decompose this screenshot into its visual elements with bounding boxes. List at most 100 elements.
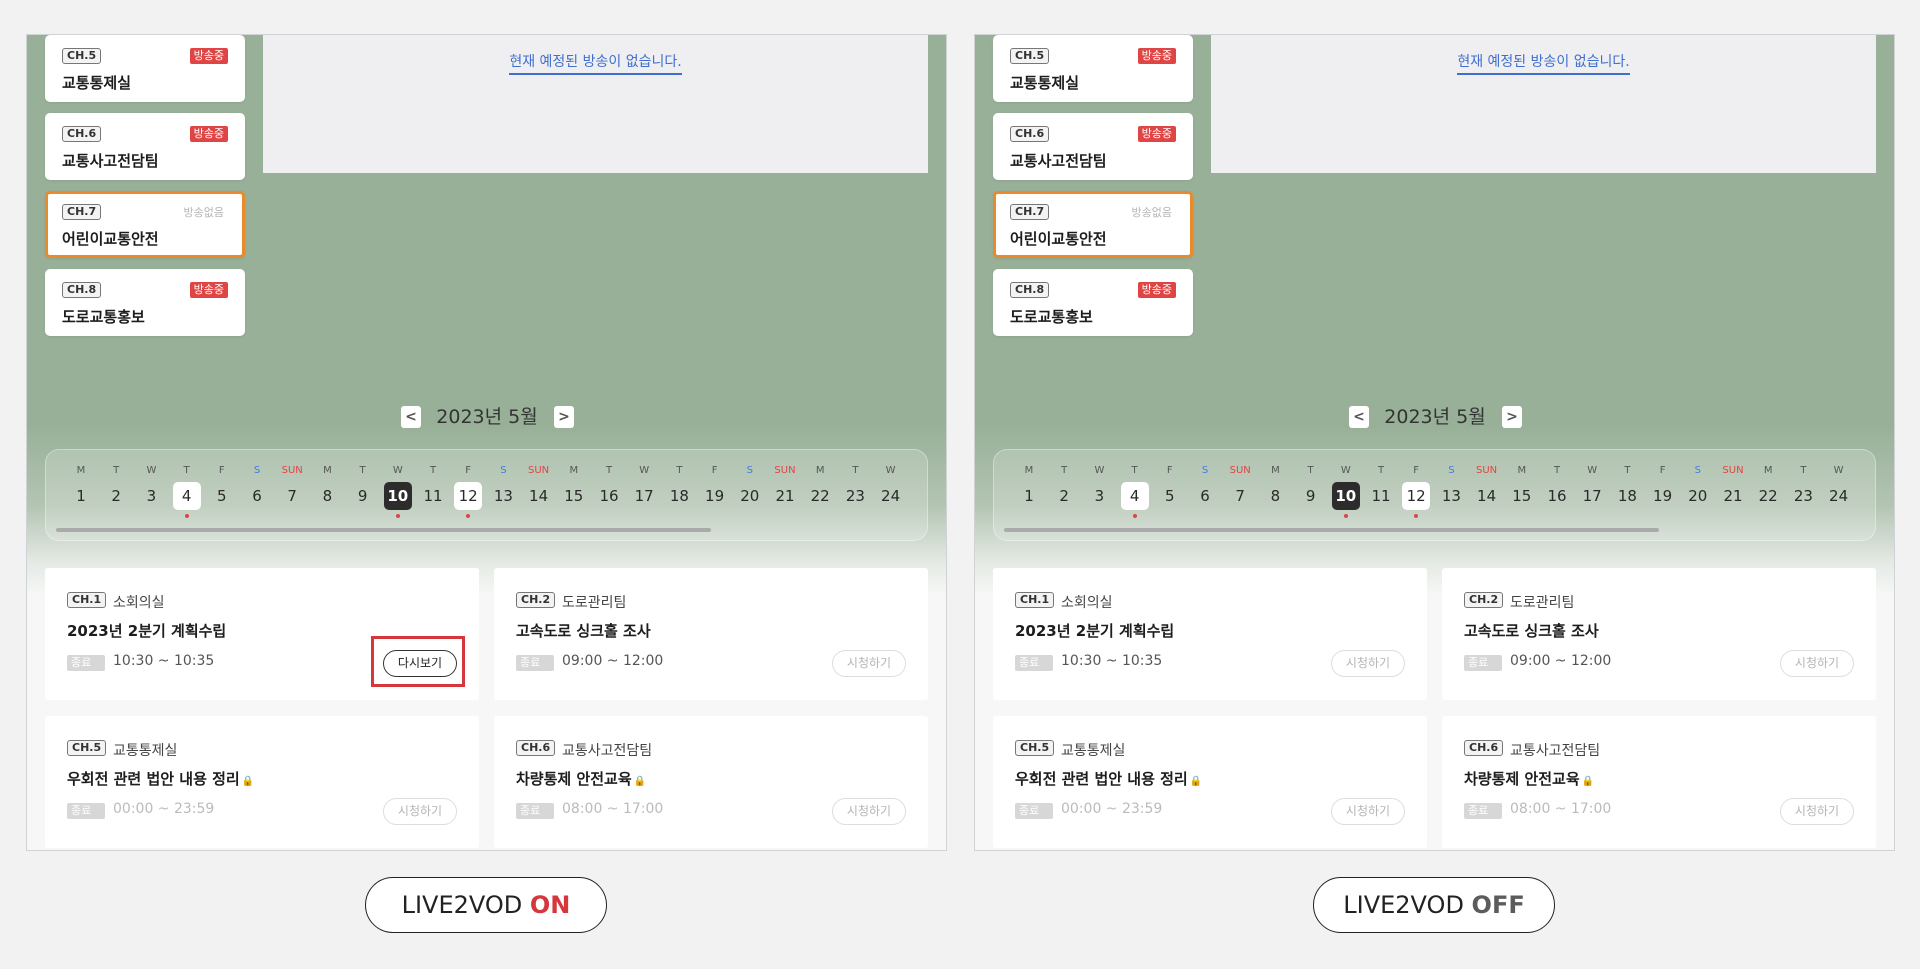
date-cell[interactable]: T9 [1296,464,1326,510]
program-card[interactable]: CH.1 소회의실 2023년 2분기 계획수립 종료 10:30 ~ 10:3… [993,568,1427,700]
date-number[interactable]: 15 [560,482,588,510]
date-number[interactable]: 14 [525,482,553,510]
date-cell[interactable]: S 20 [1683,464,1713,510]
date-number[interactable]: 2 [102,482,130,510]
date-cell[interactable]: T 23 [1788,464,1818,510]
date-number[interactable]: 8 [313,482,341,510]
date-number[interactable]: 22 [806,482,834,510]
date-cell[interactable]: S 20 [735,464,765,510]
watch-button[interactable]: 시청하기 [832,650,906,677]
channel-card-ch6[interactable]: CH.6 방송중 교통사고전담팀 [993,113,1193,180]
channel-card-ch8[interactable]: CH.8 방송중 도로교통홍보 [45,269,245,336]
date-cell[interactable]: T2 [1049,464,1079,510]
chevron-right-icon[interactable]: > [1502,406,1522,428]
date-number[interactable]: 1 [67,482,95,510]
date-cell[interactable]: S 13 [488,464,518,510]
date-cell[interactable]: W 10 [383,464,413,518]
date-cell[interactable]: SUN 7 [277,464,307,510]
date-cell[interactable]: SUN 7 [1225,464,1255,510]
channel-card-ch7[interactable]: CH.7 방송없음 어린이교통안전 [993,191,1193,258]
watch-button[interactable]: 시청하기 [383,798,457,825]
date-number[interactable]: 6 [243,482,271,510]
date-cell[interactable]: T 18 [664,464,694,510]
program-card[interactable]: CH.2 도로관리팀 고속도로 싱크홀 조사 종료 09:00 ~ 12:00 … [494,568,928,700]
date-number[interactable]: 4 [1120,482,1149,510]
channel-card-ch6[interactable]: CH.6 방송중 교통사고전담팀 [45,113,245,180]
date-cell[interactable]: F5 [1155,464,1185,510]
date-number[interactable]: 13 [489,482,517,510]
date-cell[interactable]: M 15 [559,464,589,510]
date-number[interactable]: 3 [137,482,165,510]
date-number[interactable]: 11 [1367,482,1395,510]
date-number[interactable]: 11 [419,482,447,510]
date-number[interactable]: 13 [1437,482,1465,510]
no-schedule-link[interactable]: 현재 예정된 방송이 없습니다. [1457,54,1630,75]
date-cell[interactable]: W3 [136,464,166,510]
channel-card-ch8[interactable]: CH.8 방송중 도로교통홍보 [993,269,1193,336]
date-cell[interactable]: SUN 21 [1718,464,1748,510]
date-number[interactable]: 24 [877,482,905,510]
chevron-right-icon[interactable]: > [554,406,574,428]
date-cell[interactable]: F 12 [1401,464,1431,518]
date-number[interactable]: 20 [736,482,764,510]
selected-date[interactable]: 10 [383,482,412,510]
date-cell[interactable]: W 17 [629,464,659,510]
date-cell[interactable]: SUN 14 [1472,464,1502,510]
date-number[interactable]: 16 [1543,482,1571,510]
date-number[interactable]: 6 [1191,482,1219,510]
date-cell[interactable]: F5 [207,464,237,510]
date-cell[interactable]: SUN 14 [524,464,554,510]
date-number[interactable]: 2 [1050,482,1078,510]
date-cell[interactable]: M1 [66,464,96,510]
program-card[interactable]: CH.6 교통사고전담팀 차량통제 안전교육 🔒 종료 08:00 ~ 17:00… [1442,716,1876,848]
date-cell[interactable]: T 18 [1612,464,1642,510]
date-cell[interactable]: F 19 [700,464,730,510]
channel-card-ch5[interactable]: CH.5 방송중 교통통제실 [45,35,245,102]
date-cell[interactable]: M 15 [1507,464,1537,510]
date-number[interactable]: 12 [454,482,483,510]
date-cell[interactable]: W 24 [1824,464,1854,510]
date-cell[interactable]: W 10 [1331,464,1361,518]
date-cell[interactable]: S 13 [1436,464,1466,510]
date-cell[interactable]: M1 [1014,464,1044,510]
date-cell[interactable]: T4 [172,464,202,518]
date-number[interactable]: 1 [1015,482,1043,510]
date-cell[interactable]: T 23 [840,464,870,510]
date-cell[interactable]: T 16 [594,464,624,510]
date-cell[interactable]: T 11 [1366,464,1396,510]
date-cell[interactable]: T 11 [418,464,448,510]
date-strip-scrollbar[interactable] [56,528,711,532]
date-number[interactable]: 5 [208,482,236,510]
date-number[interactable]: 7 [1226,482,1254,510]
date-number[interactable]: 19 [1649,482,1677,510]
date-number[interactable]: 17 [1578,482,1606,510]
program-card[interactable]: CH.5 교통통제실 우회전 관련 법안 내용 정리 🔒 종료 00:00 ~ 2… [45,716,479,848]
date-number[interactable]: 4 [172,482,201,510]
program-card[interactable]: CH.6 교통사고전담팀 차량통제 안전교육 🔒 종료 08:00 ~ 17:00… [494,716,928,848]
date-number[interactable]: 18 [1613,482,1641,510]
date-number[interactable]: 22 [1754,482,1782,510]
channel-card-ch5[interactable]: CH.5 방송중 교통통제실 [993,35,1193,102]
date-cell[interactable]: M8 [1260,464,1290,510]
date-number[interactable]: 9 [1297,482,1325,510]
date-number[interactable]: 21 [1719,482,1747,510]
date-cell[interactable]: M 22 [805,464,835,510]
watch-button[interactable]: 시청하기 [1331,650,1405,677]
date-cell[interactable]: M8 [312,464,342,510]
date-number[interactable]: 23 [1789,482,1817,510]
date-number[interactable]: 8 [1261,482,1289,510]
date-number[interactable]: 15 [1508,482,1536,510]
date-strip-scrollbar[interactable] [1004,528,1659,532]
date-number[interactable]: 9 [349,482,377,510]
date-number[interactable]: 5 [1156,482,1184,510]
selected-date[interactable]: 10 [1331,482,1360,510]
date-number[interactable]: 19 [701,482,729,510]
date-number[interactable]: 3 [1085,482,1113,510]
watch-button[interactable]: 시청하기 [1331,798,1405,825]
date-cell[interactable]: W 24 [876,464,906,510]
date-cell[interactable]: F 12 [453,464,483,518]
date-number[interactable]: 17 [630,482,658,510]
program-card[interactable]: CH.5 교통통제실 우회전 관련 법안 내용 정리 🔒 종료 00:00 ~ 2… [993,716,1427,848]
date-number[interactable]: 14 [1473,482,1501,510]
date-cell[interactable]: W3 [1084,464,1114,510]
